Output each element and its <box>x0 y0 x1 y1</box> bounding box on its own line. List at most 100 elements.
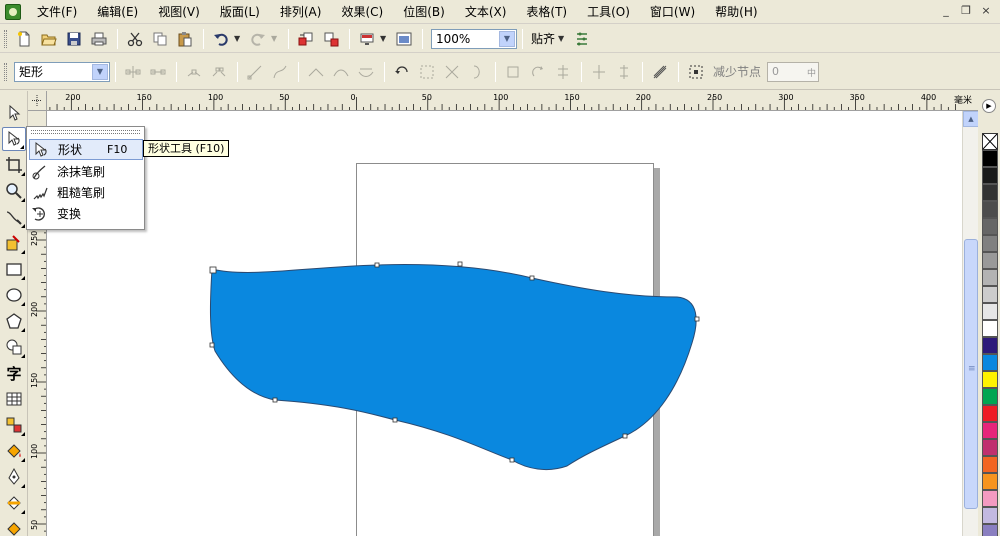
color-swatch[interactable] <box>982 524 998 536</box>
object-type-select[interactable]: 矩形 ▼ <box>14 61 110 82</box>
align-nodes-button[interactable] <box>551 61 575 83</box>
break-curve-button[interactable] <box>207 61 231 83</box>
scrollbar-thumb[interactable] <box>964 239 978 509</box>
color-swatch[interactable] <box>982 422 998 439</box>
node-handle[interactable] <box>272 397 278 403</box>
node-handle[interactable] <box>457 261 463 267</box>
flyout-grip[interactable] <box>31 130 140 134</box>
color-swatch[interactable] <box>982 184 998 201</box>
color-swatch[interactable] <box>982 303 998 320</box>
menu-text[interactable]: 文本(X) <box>455 1 517 23</box>
mirror-vertical-button[interactable] <box>612 61 636 83</box>
color-swatch[interactable] <box>982 235 998 252</box>
menu-layout[interactable]: 版面(L) <box>210 1 270 23</box>
elastic-mode-button[interactable] <box>648 61 672 83</box>
flyout-item-roughen-brush[interactable]: 粗糙笔刷 <box>29 182 143 203</box>
menu-file[interactable]: 文件(F) <box>27 1 87 23</box>
polygon-tool[interactable] <box>2 309 26 333</box>
menu-edit[interactable]: 编辑(E) <box>87 1 148 23</box>
menu-view[interactable]: 视图(V) <box>148 1 210 23</box>
snap-dropdown-icon[interactable]: ▼ <box>558 34 566 43</box>
launcher-dropdown-icon[interactable]: ▼ <box>380 34 388 43</box>
color-swatch[interactable] <box>982 252 998 269</box>
convert-to-curve-button[interactable] <box>268 61 292 83</box>
smart-fill-tool[interactable] <box>2 231 26 255</box>
welcome-screen-button[interactable] <box>392 28 416 50</box>
chevron-down-icon[interactable]: ▼ <box>92 63 108 80</box>
flyout-item-shape[interactable]: 形状 F10 <box>29 139 143 160</box>
menu-bitmaps[interactable]: 位图(B) <box>393 1 455 23</box>
fill-tool[interactable] <box>2 491 26 515</box>
slider-handle-icon[interactable]: 中 <box>807 66 816 79</box>
freehand-tool[interactable] <box>2 205 26 229</box>
smooth-node-button[interactable] <box>329 61 353 83</box>
undo-dropdown-icon[interactable]: ▼ <box>234 34 242 43</box>
color-swatch[interactable] <box>982 490 998 507</box>
cut-button[interactable] <box>123 28 147 50</box>
color-swatch[interactable] <box>982 167 998 184</box>
reverse-direction-button[interactable] <box>390 61 414 83</box>
rotate-skew-button[interactable] <box>526 61 550 83</box>
options-button[interactable] <box>570 28 594 50</box>
auto-close-button[interactable] <box>465 61 489 83</box>
color-swatch[interactable] <box>982 456 998 473</box>
horizontal-ruler[interactable]: 200 150 100 50 0 50 100 150 200 250 300 350 400 毫米 <box>47 91 978 111</box>
node-handle[interactable] <box>694 316 700 322</box>
ellipse-tool[interactable] <box>2 283 26 307</box>
eyedropper-tool[interactable] <box>2 439 26 463</box>
curve-smoothness-input[interactable]: 0 中 <box>767 61 820 82</box>
minimize-button[interactable]: _ <box>938 4 954 18</box>
property-bar-grip[interactable] <box>4 62 7 81</box>
menu-arrange[interactable]: 排列(A) <box>270 1 332 23</box>
node-handle[interactable] <box>209 342 215 348</box>
mirror-horizontal-button[interactable] <box>587 61 611 83</box>
menu-tools[interactable]: 工具(O) <box>577 1 640 23</box>
color-swatch[interactable] <box>982 439 998 456</box>
color-swatch[interactable] <box>982 320 998 337</box>
color-swatch[interactable] <box>982 371 998 388</box>
print-button[interactable] <box>87 28 111 50</box>
cusp-node-button[interactable] <box>304 61 328 83</box>
color-swatch[interactable] <box>982 286 998 303</box>
open-button[interactable] <box>37 28 61 50</box>
close-button[interactable]: × <box>978 4 994 18</box>
interactive-fill-tool[interactable] <box>2 515 26 536</box>
color-swatch[interactable] <box>982 473 998 490</box>
zoom-tool[interactable] <box>2 179 26 203</box>
select-all-nodes-button[interactable] <box>684 61 708 83</box>
copy-button[interactable] <box>148 28 172 50</box>
color-swatch[interactable] <box>982 388 998 405</box>
crop-tool[interactable] <box>2 153 26 177</box>
application-launcher-button[interactable] <box>355 28 379 50</box>
node-handle[interactable] <box>622 433 628 439</box>
color-swatch[interactable] <box>982 201 998 218</box>
color-swatch[interactable] <box>982 337 998 354</box>
node-handle[interactable] <box>392 417 398 423</box>
flyout-item-smudge-brush[interactable]: 涂抹笔刷 <box>29 161 143 182</box>
undo-button[interactable] <box>209 28 233 50</box>
node-handle[interactable] <box>529 275 535 281</box>
snap-to-label[interactable]: 贴齐 <box>531 30 555 47</box>
drawing-canvas[interactable] <box>47 111 962 536</box>
start-node-handle[interactable] <box>209 266 217 274</box>
rectangle-tool[interactable] <box>2 257 26 281</box>
scroll-up-arrow-icon[interactable]: ▲ <box>963 111 979 127</box>
menu-effects[interactable]: 效果(C) <box>331 1 393 23</box>
ruler-origin-corner[interactable] <box>28 91 47 111</box>
vertical-scrollbar[interactable]: ▲ <box>962 111 979 536</box>
delete-nodes-button[interactable] <box>146 61 170 83</box>
chevron-down-icon[interactable]: ▼ <box>499 30 515 47</box>
outline-tool[interactable] <box>2 465 26 489</box>
text-tool[interactable]: 字 <box>2 361 26 385</box>
import-button[interactable] <box>294 28 318 50</box>
redo-button[interactable] <box>246 28 270 50</box>
new-document-button[interactable] <box>12 28 36 50</box>
stretch-scale-button[interactable] <box>501 61 525 83</box>
menu-table[interactable]: 表格(T) <box>516 1 577 23</box>
color-swatch[interactable] <box>982 269 998 286</box>
save-button[interactable] <box>62 28 86 50</box>
add-nodes-button[interactable] <box>121 61 145 83</box>
menu-help[interactable]: 帮助(H) <box>705 1 767 23</box>
pick-tool[interactable] <box>2 101 26 125</box>
color-swatch[interactable] <box>982 507 998 524</box>
